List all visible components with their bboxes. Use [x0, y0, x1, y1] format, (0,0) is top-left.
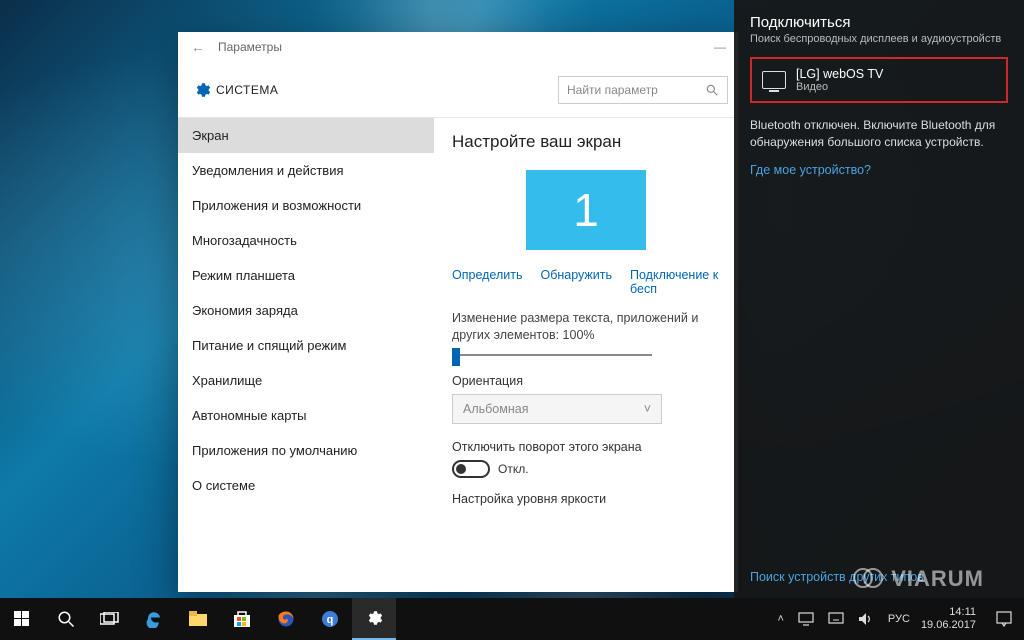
store-icon[interactable]	[220, 598, 264, 640]
connect-subtitle: Поиск беспроводных дисплеев и аудиоустро…	[750, 33, 1008, 45]
settings-taskbar-icon[interactable]	[352, 598, 396, 640]
rotation-lock-toggle[interactable]	[452, 460, 490, 478]
header-label: СИСТЕМА	[216, 83, 278, 97]
settings-content: Настройте ваш экран 1 Определить Обнаруж…	[434, 118, 738, 592]
search-icon	[705, 83, 719, 97]
sidebar-item[interactable]: Приложения по умолчанию	[178, 433, 434, 468]
edge-icon[interactable]	[132, 598, 176, 640]
display-preview[interactable]: 1	[526, 170, 646, 250]
tray-clock[interactable]: 14:11 19.06.2017	[917, 598, 984, 640]
content-heading: Настройте ваш экран	[452, 132, 720, 152]
back-icon[interactable]: ←	[186, 39, 210, 55]
brightness-label: Настройка уровня яркости	[452, 492, 720, 506]
taskbar: q ˄ РУС 14:11 19.06.2017	[0, 598, 1024, 640]
window-titlebar: ← Параметры —	[178, 32, 738, 62]
sidebar-item[interactable]: Уведомления и действия	[178, 153, 434, 188]
identify-link[interactable]: Определить	[452, 268, 522, 296]
orientation-label: Ориентация	[452, 374, 720, 388]
orientation-dropdown[interactable]: Альбомная ˅	[452, 394, 662, 424]
connect-wireless-link[interactable]: Подключение к бесп	[630, 268, 720, 296]
where-device-link[interactable]: Где мое устройство?	[750, 163, 1008, 177]
sidebar-item[interactable]: Экран	[178, 118, 434, 153]
connect-title: Подключиться	[750, 14, 1008, 31]
task-view-icon[interactable]	[88, 598, 132, 640]
search-input[interactable]: Найти параметр	[558, 76, 728, 104]
sidebar-item[interactable]: Режим планшета	[178, 258, 434, 293]
tray-language[interactable]: РУС	[881, 598, 917, 640]
search-placeholder: Найти параметр	[567, 83, 658, 97]
qbittorrent-icon[interactable]: q	[308, 598, 352, 640]
scale-label: Изменение размера текста, приложений и д…	[452, 310, 720, 344]
chevron-down-icon: ˅	[644, 402, 651, 416]
sidebar-item[interactable]: Питание и спящий режим	[178, 328, 434, 363]
bluetooth-message: Bluetooth отключен. Включите Bluetooth д…	[750, 117, 1008, 151]
connect-panel: Подключиться Поиск беспроводных дисплеев…	[734, 0, 1024, 598]
watermark: VIARUM	[853, 566, 984, 592]
tray-network-icon[interactable]	[821, 598, 851, 640]
device-item[interactable]: [LG] webOS TV Видео	[750, 57, 1008, 103]
monitor-icon	[762, 71, 786, 89]
firefox-icon[interactable]	[264, 598, 308, 640]
start-button[interactable]	[0, 598, 44, 640]
sidebar-item[interactable]: Автономные карты	[178, 398, 434, 433]
toggle-state-label: Откл.	[498, 462, 529, 476]
file-explorer-icon[interactable]	[176, 598, 220, 640]
tray-chevron-icon[interactable]: ˄	[770, 598, 790, 640]
slider-thumb[interactable]	[452, 348, 460, 366]
tray-monitor-icon[interactable]	[791, 598, 821, 640]
gear-icon	[193, 81, 211, 99]
action-center-icon[interactable]	[984, 598, 1024, 640]
search-taskbar-icon[interactable]	[44, 598, 88, 640]
rotation-lock-label: Отключить поворот этого экрана	[452, 440, 720, 454]
header-row: СИСТЕМА Найти параметр	[178, 62, 738, 118]
system-tray: ˄ РУС 14:11 19.06.2017	[770, 598, 1024, 640]
sidebar-item[interactable]: Экономия заряда	[178, 293, 434, 328]
svg-text:q: q	[327, 614, 334, 626]
settings-sidebar: ЭкранУведомления и действияПриложения и …	[178, 118, 434, 592]
settings-window: ← Параметры — СИСТЕМА Найти параметр Экр…	[178, 32, 738, 592]
sidebar-item[interactable]: Хранилище	[178, 363, 434, 398]
device-name: [LG] webOS TV	[796, 67, 883, 81]
tray-volume-icon[interactable]	[851, 598, 881, 640]
display-links: Определить Обнаружить Подключение к бесп	[452, 268, 720, 296]
sidebar-item[interactable]: Приложения и возможности	[178, 188, 434, 223]
scale-slider[interactable]	[452, 354, 652, 356]
minimize-icon[interactable]: —	[710, 40, 730, 54]
device-type: Видео	[796, 81, 883, 93]
sidebar-item[interactable]: Многозадачность	[178, 223, 434, 258]
sidebar-item[interactable]: О системе	[178, 468, 434, 503]
detect-link[interactable]: Обнаружить	[540, 268, 612, 296]
window-title: Параметры	[218, 40, 282, 54]
